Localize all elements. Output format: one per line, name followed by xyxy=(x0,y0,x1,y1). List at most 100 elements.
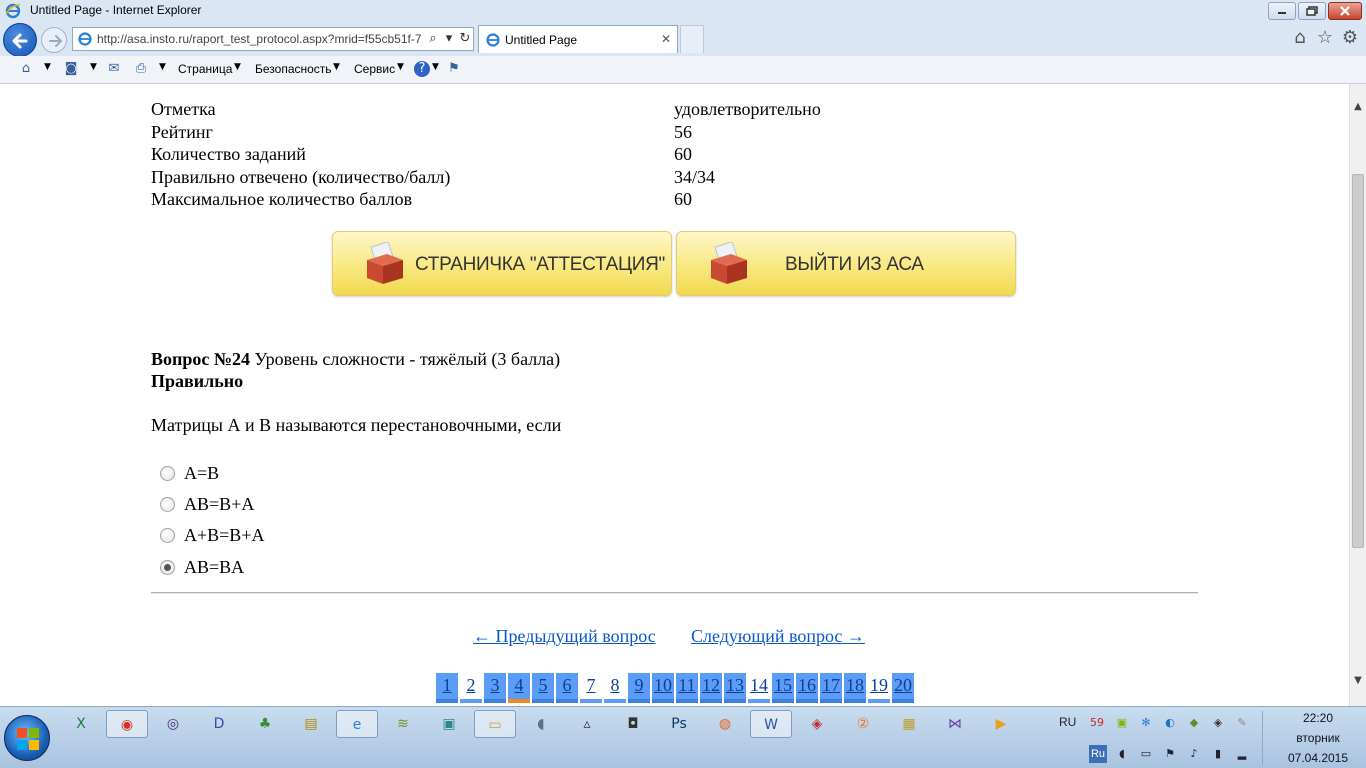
dropdown-caret-icon[interactable]: ▼ xyxy=(397,62,404,72)
chrome-icon[interactable]: ◉ xyxy=(106,710,148,738)
settings-gear-icon[interactable]: ⚙ xyxy=(1340,28,1360,48)
action-center-flag-icon[interactable]: ⚑ xyxy=(1162,746,1178,762)
word-icon[interactable]: W xyxy=(750,710,792,738)
network-signal-icon[interactable]: ▂ xyxy=(1234,746,1250,762)
page-number-link[interactable]: 2 xyxy=(460,673,482,703)
home-icon[interactable]: ⌂ xyxy=(1290,28,1310,48)
page-number-link[interactable]: 13 xyxy=(724,673,746,703)
menu-safety[interactable]: Безопасность xyxy=(255,62,332,76)
page-number-link[interactable]: 20 xyxy=(892,673,914,703)
system-clock[interactable]: 22:20 вторник 07.04.2015 xyxy=(1270,709,1366,767)
dropdown-caret-icon[interactable]: ▼ xyxy=(44,62,51,72)
aimp-icon[interactable]: ▵ xyxy=(566,710,608,738)
page-number-link[interactable]: 10 xyxy=(652,673,674,703)
home-icon[interactable]: ⌂ xyxy=(18,61,34,77)
scroll-up-icon[interactable]: ▲ xyxy=(1350,98,1366,115)
stack-icon[interactable]: ◆ xyxy=(1186,715,1202,731)
app-2-icon[interactable]: ② xyxy=(842,710,884,738)
page-number-link[interactable]: 12 xyxy=(700,673,722,703)
tab-untitled-page[interactable]: Untitled Page ✕ xyxy=(478,25,678,53)
page-number-link[interactable]: 14 xyxy=(748,673,770,703)
internet-explorer-taskbar-icon[interactable]: e xyxy=(336,710,378,738)
page-number-link[interactable]: 16 xyxy=(796,673,818,703)
close-tab-icon[interactable]: ✕ xyxy=(661,32,671,46)
page-number-link[interactable]: 11 xyxy=(676,673,698,703)
tray-badge[interactable]: 59 xyxy=(1089,715,1105,731)
app-red-icon[interactable]: ◈ xyxy=(796,710,838,738)
menu-page[interactable]: Страница xyxy=(178,62,232,76)
radio-button[interactable] xyxy=(160,466,175,481)
page-number-link[interactable]: 8 xyxy=(604,673,626,703)
file-explorer-icon[interactable]: ▭ xyxy=(474,710,516,738)
page-number-link[interactable]: 9 xyxy=(628,673,650,703)
utility-icon[interactable]: ♣ xyxy=(244,710,286,738)
page-number-link[interactable]: 7 xyxy=(580,673,602,703)
start-button[interactable] xyxy=(4,715,50,761)
research-icon[interactable]: ⚑ xyxy=(446,61,462,77)
scroll-down-icon[interactable]: ▼ xyxy=(1350,672,1366,689)
pen-icon[interactable]: ✎ xyxy=(1234,715,1250,731)
power-icon[interactable]: ▮ xyxy=(1210,746,1226,762)
camera-icon[interactable]: ◘ xyxy=(612,710,654,738)
excel-icon[interactable]: X xyxy=(60,710,102,738)
vertical-scrollbar[interactable]: ▲ ▼ xyxy=(1349,84,1366,706)
page-number-link[interactable]: 17 xyxy=(820,673,842,703)
radio-button[interactable] xyxy=(160,528,175,543)
page-number-link[interactable]: 5 xyxy=(532,673,554,703)
calculator-icon[interactable]: ▦ xyxy=(888,710,930,738)
forward-button[interactable] xyxy=(41,27,67,53)
page-number-link[interactable]: 19 xyxy=(868,673,890,703)
new-tab-button[interactable] xyxy=(680,25,704,53)
skype-icon[interactable]: ◐ xyxy=(1162,715,1178,731)
menu-service[interactable]: Сервис xyxy=(354,62,395,76)
video-player-icon[interactable]: ▶ xyxy=(980,710,1022,738)
scrollbar-thumb[interactable] xyxy=(1352,174,1364,548)
visual-studio-icon[interactable]: ⋈ xyxy=(934,710,976,738)
display-icon[interactable]: ▭ xyxy=(1138,746,1154,762)
page-number-link[interactable]: 1 xyxy=(436,673,458,703)
exit-asa-button[interactable]: ВЫЙТИ ИЗ АСА xyxy=(676,231,1016,296)
photoshop-icon[interactable]: Ps xyxy=(658,710,700,738)
favorites-star-icon[interactable]: ☆ xyxy=(1315,28,1335,48)
input-language-button[interactable]: Ru xyxy=(1089,745,1107,763)
minimize-button[interactable] xyxy=(1268,2,1296,20)
language-indicator[interactable]: RU xyxy=(1059,715,1076,729)
next-question-link[interactable]: Следующий вопрос → xyxy=(691,625,865,647)
audio-icon[interactable]: ◖ xyxy=(520,710,562,738)
mail-icon[interactable]: ✉ xyxy=(106,61,122,77)
page-number-link[interactable]: 4 xyxy=(508,673,530,703)
restore-button[interactable] xyxy=(1298,2,1326,20)
address-text[interactable]: http://asa.insto.ru/raport_test_protocol… xyxy=(97,32,423,46)
page-number-link[interactable]: 15 xyxy=(772,673,794,703)
page-number-link[interactable]: 3 xyxy=(484,673,506,703)
wifi-tool-icon[interactable]: ≋ xyxy=(382,710,424,738)
refresh-icon[interactable]: ↻ xyxy=(457,31,473,47)
tool-icon[interactable]: ◈ xyxy=(1210,715,1226,731)
speaker-icon[interactable]: ♪ xyxy=(1186,746,1202,762)
dropdown-caret-icon[interactable]: ▼ xyxy=(333,62,340,72)
volume-icon[interactable]: ◖ xyxy=(1114,746,1130,762)
page-number-link[interactable]: 18 xyxy=(844,673,866,703)
dropdown-caret-icon[interactable]: ▼ xyxy=(159,62,166,72)
firefox-icon[interactable]: ◍ xyxy=(704,710,746,738)
media-player-icon[interactable]: ◎ xyxy=(152,710,194,738)
snowflake-icon[interactable]: ✻ xyxy=(1138,715,1154,731)
dropdown-caret-icon[interactable]: ▾ xyxy=(441,31,457,47)
rss-feed-icon[interactable]: ◙ xyxy=(63,61,79,77)
radio-button-checked[interactable] xyxy=(160,560,175,575)
close-window-button[interactable] xyxy=(1328,2,1362,20)
attestation-page-button[interactable]: СТРАНИЧКА "АТТЕСТАЦИЯ" xyxy=(332,231,672,296)
daemon-tools-icon[interactable]: D xyxy=(198,710,240,738)
dropdown-caret-icon[interactable]: ▼ xyxy=(432,62,439,72)
help-icon[interactable]: ? xyxy=(414,61,430,77)
previous-question-link[interactable]: ← Предыдущий вопрос xyxy=(473,625,656,647)
radio-button[interactable] xyxy=(160,497,175,512)
back-button[interactable] xyxy=(3,23,37,57)
nvidia-icon[interactable]: ▣ xyxy=(1114,715,1130,731)
notes-icon[interactable]: ▤ xyxy=(290,710,332,738)
dropdown-caret-icon[interactable]: ▼ xyxy=(234,62,241,72)
address-bar[interactable]: http://asa.insto.ru/raport_test_protocol… xyxy=(72,27,474,51)
app-window-icon[interactable]: ▣ xyxy=(428,710,470,738)
search-icon[interactable]: ⌕ xyxy=(425,31,441,47)
dropdown-caret-icon[interactable]: ▼ xyxy=(90,62,97,72)
